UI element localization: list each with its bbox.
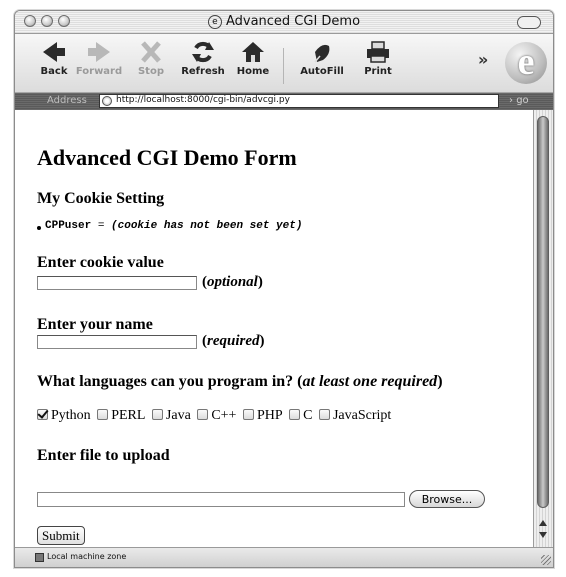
python-checkbox[interactable]: [37, 409, 48, 420]
c-label: C: [303, 408, 313, 423]
languages-question-close: ): [437, 373, 443, 390]
ie-logo-icon: e: [505, 42, 547, 84]
back-label: Back: [40, 66, 68, 77]
language-option-c[interactable]: C: [289, 408, 312, 424]
languages-question-text: What languages can you program in? (: [37, 373, 303, 390]
autofill-label: AutoFill: [300, 66, 344, 77]
go-button[interactable]: › go: [509, 95, 529, 106]
refresh-icon: [192, 41, 214, 63]
name-input[interactable]: [37, 335, 197, 349]
name-note-word: required: [207, 333, 260, 349]
page-title: Advanced CGI Demo Form: [37, 145, 297, 170]
javascript-checkbox[interactable]: [318, 409, 330, 420]
cookie-optional-note: (optional): [202, 274, 263, 291]
scroll-down-arrow-icon[interactable]: [539, 532, 547, 538]
php-checkbox[interactable]: [242, 409, 254, 420]
toolbar: Back Forward Stop Refresh Home AutoFill …: [15, 34, 553, 93]
cpp-label: C++: [211, 408, 237, 423]
ie-page-icon: e: [207, 15, 222, 29]
cookie-separator: =: [91, 220, 112, 232]
forward-label: Forward: [75, 66, 123, 77]
refresh-label: Refresh: [181, 66, 225, 77]
browser-window: e Advanced CGI Demo Back Forward Stop Re…: [14, 10, 554, 568]
print-button[interactable]: Print: [353, 38, 403, 90]
language-option-perl[interactable]: PERL: [97, 408, 145, 424]
resize-grip-icon[interactable]: [541, 555, 551, 565]
name-note-close: ): [259, 333, 265, 349]
cpp-checkbox[interactable]: [197, 409, 209, 420]
stop-x-icon: [141, 41, 161, 63]
autofill-button[interactable]: AutoFill: [297, 38, 347, 90]
scroll-up-arrow-icon[interactable]: [539, 520, 547, 526]
toolbar-separator: [283, 48, 284, 84]
stop-button[interactable]: Stop: [126, 38, 176, 90]
perl-checkbox[interactable]: [97, 409, 109, 420]
printer-icon: [367, 41, 389, 63]
browse-button[interactable]: Browse...: [409, 490, 485, 508]
cookie-value: (cookie has not been set yet): [111, 220, 303, 232]
bullet-icon: [37, 226, 41, 230]
autofill-pen-icon: [314, 44, 330, 63]
window-title: Advanced CGI Demo: [225, 14, 361, 29]
back-arrow-icon: [43, 42, 65, 62]
php-label: PHP: [256, 408, 283, 423]
address-bar: Address http://localhost:8000/cgi-bin/ad…: [15, 93, 553, 110]
vertical-scrollbar[interactable]: [533, 110, 553, 547]
file-path-input[interactable]: [37, 492, 405, 507]
language-option-javascript[interactable]: JavaScript: [318, 408, 392, 424]
languages-checkbox-group: Python PERL Java C++ PHP C JavaScript: [37, 408, 394, 424]
python-label: Python: [51, 408, 91, 423]
c-checkbox[interactable]: [289, 409, 301, 420]
page-content: Advanced CGI Demo Form My Cookie Setting…: [15, 110, 533, 547]
page-globe-icon: [102, 96, 112, 106]
cookie-note-word: optional: [207, 274, 258, 290]
language-option-java[interactable]: Java: [151, 408, 191, 424]
status-bar: Local machine zone: [15, 547, 553, 567]
cookie-key: CPPuser: [45, 220, 92, 232]
java-checkbox[interactable]: [151, 409, 163, 420]
name-required-note: (required): [202, 333, 265, 350]
address-label: Address: [47, 95, 87, 106]
forward-arrow-icon: [88, 42, 110, 62]
submit-button[interactable]: Submit: [37, 526, 85, 545]
name-label: Enter your name: [37, 316, 153, 333]
cookie-value-input[interactable]: [37, 276, 197, 290]
home-button[interactable]: Home: [228, 38, 278, 90]
window-title-container: e Advanced CGI Demo: [15, 14, 553, 29]
toolbar-overflow-button[interactable]: »: [478, 50, 488, 69]
go-label: go: [516, 95, 529, 106]
toolbar-toggle-button[interactable]: [517, 16, 541, 29]
language-option-python[interactable]: Python: [37, 408, 91, 424]
cookie-list-item: CPPuser = (cookie has not been set yet): [37, 220, 302, 232]
cookie-section-heading: My Cookie Setting: [37, 190, 165, 207]
cookie-note-close: ): [257, 274, 263, 290]
zone-icon: [35, 553, 44, 562]
perl-label: PERL: [111, 408, 146, 423]
language-option-cpp[interactable]: C++: [197, 408, 236, 424]
javascript-label: JavaScript: [332, 408, 392, 423]
cookie-value-label: Enter cookie value: [37, 254, 164, 271]
zone-label: Local machine zone: [47, 552, 127, 561]
upload-label: Enter file to upload: [37, 447, 170, 464]
refresh-button[interactable]: Refresh: [178, 38, 228, 90]
home-icon: [242, 42, 264, 62]
java-label: Java: [165, 408, 191, 423]
scrollbar-thumb[interactable]: [537, 116, 549, 508]
stop-label: Stop: [137, 66, 164, 77]
address-field[interactable]: http://localhost:8000/cgi-bin/advcgi.py: [99, 94, 499, 108]
home-label: Home: [236, 66, 270, 77]
title-bar: e Advanced CGI Demo: [15, 11, 553, 34]
address-url[interactable]: http://localhost:8000/cgi-bin/advcgi.py: [116, 95, 290, 105]
forward-button[interactable]: Forward: [74, 38, 124, 90]
languages-question: What languages can you program in? (at l…: [37, 373, 443, 391]
back-button[interactable]: Back: [29, 38, 79, 90]
languages-question-note: at least one required: [302, 373, 438, 390]
print-label: Print: [364, 66, 392, 77]
language-option-php[interactable]: PHP: [242, 408, 283, 424]
